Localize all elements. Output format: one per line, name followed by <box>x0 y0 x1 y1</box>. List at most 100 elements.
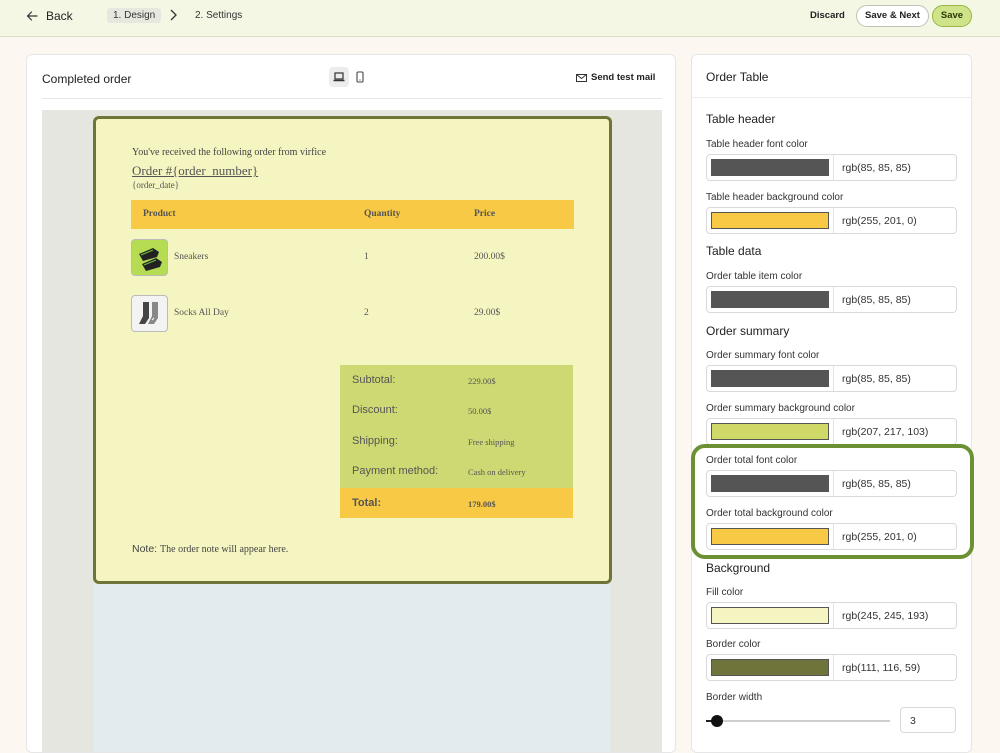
header-product: Product <box>143 209 176 219</box>
section-order-summary: Order summary <box>706 324 790 338</box>
border-width-input[interactable]: 3 <box>900 707 956 733</box>
field-label: Table header background color <box>706 192 844 203</box>
top-bar: Back 1. Design 2. Settings Discard Save … <box>0 0 1000 37</box>
save-button[interactable]: Save <box>932 5 972 27</box>
discard-button[interactable]: Discard <box>810 10 845 21</box>
save-next-button[interactable]: Save & Next <box>856 5 929 27</box>
product-qty: 1 <box>364 252 369 262</box>
color-value: rgb(85, 85, 85) <box>842 373 911 385</box>
back-button[interactable]: Back <box>26 9 73 23</box>
field-label: Table header font color <box>706 139 808 150</box>
canvas-background <box>94 583 610 752</box>
product-price: 200.00$ <box>474 252 505 262</box>
header-bg-color-field[interactable]: rgb(255, 201, 0) <box>706 207 957 234</box>
color-swatch[interactable] <box>711 423 829 440</box>
socks-image <box>131 295 168 332</box>
summary-value: 229.00$ <box>468 376 496 386</box>
color-value: rgb(255, 201, 0) <box>842 215 917 227</box>
panel-title: Order Table <box>706 70 769 84</box>
back-label: Back <box>46 9 73 23</box>
color-swatch[interactable] <box>711 370 829 387</box>
color-swatch[interactable] <box>711 159 829 176</box>
summary-value: Free shipping <box>468 437 515 447</box>
mobile-view-button[interactable] <box>354 67 366 87</box>
summary-row: Payment method: Cash on delivery <box>340 456 573 486</box>
item-color-field[interactable]: rgb(85, 85, 85) <box>706 286 957 313</box>
field-label: Order table item color <box>706 271 803 282</box>
mobile-icon <box>356 71 364 83</box>
header-price: Price <box>474 209 496 219</box>
summary-row: Discount: 50.00$ <box>340 395 573 425</box>
table-row[interactable]: Socks All Day 2 29.00$ <box>131 295 574 333</box>
summary-label: Discount: <box>352 404 398 416</box>
total-label: Total: <box>352 497 382 509</box>
color-value: rgb(85, 85, 85) <box>842 294 911 306</box>
summary-font-color-field[interactable]: rgb(85, 85, 85) <box>706 365 957 392</box>
summary-value: Cash on delivery <box>468 467 526 477</box>
color-value: rgb(245, 245, 193) <box>842 610 929 622</box>
step-design[interactable]: 1. Design <box>107 8 162 23</box>
divider <box>692 97 971 98</box>
total-font-color-field[interactable]: rgb(85, 85, 85) <box>706 470 957 497</box>
mail-icon <box>576 73 587 82</box>
border-width-slider[interactable] <box>706 720 890 722</box>
field-label: Border color <box>706 639 761 650</box>
product-price: 29.00$ <box>474 308 501 318</box>
section-background: Background <box>706 561 771 575</box>
laptop-icon <box>333 72 345 82</box>
chevron-right-icon <box>170 9 177 21</box>
summary-label: Payment method: <box>352 465 439 477</box>
field-label: Order summary font color <box>706 350 820 361</box>
email-canvas: You've received the following order from… <box>42 110 662 752</box>
color-swatch[interactable] <box>711 212 829 229</box>
field-label: Order total font color <box>706 455 798 466</box>
product-name: Sneakers <box>174 252 209 262</box>
summary-value: 50.00$ <box>468 406 492 416</box>
email-body[interactable]: You've received the following order from… <box>93 116 612 584</box>
order-date: {order_date} <box>132 180 180 190</box>
note-text: The order note will appear here. <box>160 544 289 555</box>
table-header[interactable]: Product Quantity Price <box>131 200 574 229</box>
color-value: rgb(85, 85, 85) <box>842 478 911 490</box>
order-total[interactable]: Total: 179.00$ <box>340 488 573 518</box>
summary-row: Shipping: Free shipping <box>340 426 573 456</box>
summary-row: Subtotal: 229.00$ <box>340 365 573 395</box>
summary-label: Shipping: <box>352 435 398 447</box>
product-qty: 2 <box>364 308 369 318</box>
color-swatch[interactable] <box>711 659 829 676</box>
email-intro: You've received the following order from… <box>132 147 327 158</box>
product-name: Socks All Day <box>174 308 229 318</box>
slider-handle[interactable] <box>711 715 724 727</box>
order-number: Order #{order_number} <box>132 163 259 178</box>
total-bg-color-field[interactable]: rgb(255, 201, 0) <box>706 523 957 550</box>
section-table-data: Table data <box>706 244 762 258</box>
border-width-label: Border width <box>706 692 763 703</box>
preview-title: Completed order <box>42 72 132 86</box>
note-label: Note: <box>132 543 158 555</box>
field-label: Order total background color <box>706 508 833 519</box>
fill-color-field[interactable]: rgb(245, 245, 193) <box>706 602 957 629</box>
order-summary[interactable]: Subtotal: 229.00$ Discount: 50.00$ Shipp… <box>340 365 573 488</box>
field-label: Fill color <box>706 587 744 598</box>
arrow-left-icon <box>26 11 38 21</box>
color-value: rgb(111, 116, 59) <box>842 662 921 674</box>
field-label: Order summary background color <box>706 403 855 414</box>
border-color-field[interactable]: rgb(111, 116, 59) <box>706 654 957 681</box>
header-font-color-field[interactable]: rgb(85, 85, 85) <box>706 154 957 181</box>
desktop-view-button[interactable] <box>329 67 349 87</box>
email-preview-card: Completed order Send test mail You've re… <box>26 54 676 753</box>
color-swatch[interactable] <box>711 475 829 492</box>
sneakers-image <box>131 239 168 276</box>
color-value: rgb(255, 201, 0) <box>842 531 917 543</box>
table-row[interactable]: Sneakers 1 200.00$ <box>131 239 574 277</box>
color-swatch[interactable] <box>711 291 829 308</box>
color-swatch[interactable] <box>711 607 829 624</box>
summary-label: Subtotal: <box>352 374 396 386</box>
section-table-header: Table header <box>706 112 776 126</box>
summary-bg-color-field[interactable]: rgb(207, 217, 103) <box>706 418 957 445</box>
color-value: rgb(207, 217, 103) <box>842 426 929 438</box>
send-test-mail-button[interactable]: Send test mail <box>576 72 655 83</box>
step-settings[interactable]: 2. Settings <box>195 9 242 22</box>
color-swatch[interactable] <box>711 528 829 545</box>
color-value: rgb(85, 85, 85) <box>842 162 911 174</box>
